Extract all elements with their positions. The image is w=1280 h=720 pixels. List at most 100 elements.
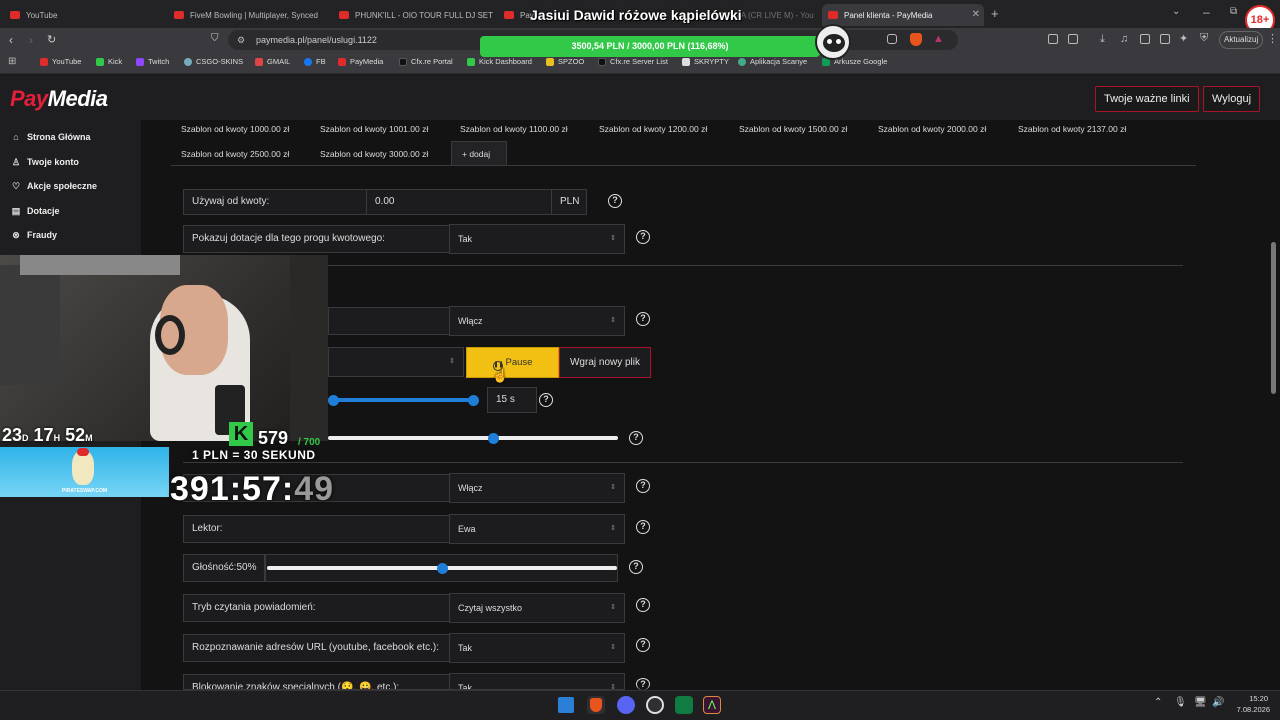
duration-range-max-handle[interactable] <box>468 395 479 406</box>
sound-volume-slider[interactable] <box>328 436 618 440</box>
user-icon: ♙ <box>11 157 21 167</box>
lektor-select[interactable]: Ewa <box>449 514 625 544</box>
download-icon[interactable]: ⤓ <box>1100 33 1105 46</box>
template-tab-1000[interactable]: Szablon od kwoty 1000.00 zł <box>181 124 289 134</box>
new-tab-icon[interactable]: + <box>991 6 999 21</box>
sidebar-item-frauds[interactable]: ⊗ Fraudy <box>11 230 57 240</box>
duration-range-slider[interactable] <box>328 398 476 402</box>
brave-taskbar-icon[interactable] <box>587 696 605 714</box>
bookmark-cfx-server-list[interactable]: Cfx.re Server List <box>598 57 668 66</box>
template-tab-1200[interactable]: Szablon od kwoty 1200.00 zł <box>599 124 707 134</box>
forward-icon[interactable]: › <box>29 33 33 47</box>
help-icon[interactable]: ? <box>629 560 643 574</box>
microphone-icon[interactable]: 🎙 <box>1174 697 1187 708</box>
volume-handle[interactable] <box>437 563 448 574</box>
brave-shield-icon[interactable] <box>910 33 922 46</box>
terminal-icon[interactable]: Λ <box>703 696 721 714</box>
url-recognition-select[interactable]: Tak <box>449 633 625 663</box>
excel-icon[interactable] <box>675 696 693 714</box>
help-icon[interactable]: ? <box>636 312 650 326</box>
bookmark-spzoo[interactable]: SPZOO <box>546 57 584 66</box>
network-icon[interactable]: 🖥 <box>1194 697 1207 708</box>
template-tab-2137[interactable]: Szablon od kwoty 2137.00 zł <box>1018 124 1126 134</box>
bookmark-skrypty[interactable]: SKRYPTY <box>682 57 729 66</box>
minimize-icon[interactable]: – <box>1203 5 1210 19</box>
bookmark-kick[interactable]: Kick <box>96 57 122 66</box>
upload-file-button[interactable]: Wgraj nowy plik <box>559 347 651 378</box>
add-template-tab[interactable]: + dodaj <box>451 141 507 166</box>
special-chars-select[interactable]: Tak <box>449 673 625 690</box>
sidebar-toggle-icon[interactable] <box>1140 34 1150 44</box>
bookmark-csgo-skins[interactable]: CSGO-SKINS <box>184 57 243 66</box>
tab-panel-klienta[interactable]: Panel klienta - PayMedia ✕ <box>822 4 984 26</box>
sound-enable-select[interactable]: Włącz <box>449 306 625 336</box>
rewards-icon[interactable]: ▲ <box>933 33 944 45</box>
help-icon[interactable]: ? <box>539 393 553 407</box>
help-icon[interactable]: ? <box>636 520 650 534</box>
wallet-icon[interactable] <box>1160 34 1170 44</box>
screenshot-icon[interactable] <box>1068 34 1078 44</box>
tab-fivem-bowling[interactable]: FiveM Bowling | Multiplayer, Synced <box>168 4 328 26</box>
music-icon[interactable]: ♫ <box>1120 33 1128 45</box>
template-tab-1001[interactable]: Szablon od kwoty 1001.00 zł <box>320 124 428 134</box>
apps-grid-icon[interactable]: ⊞ <box>8 56 16 67</box>
bookmark-scanye[interactable]: Aplikacja Scanye <box>738 57 807 66</box>
template-tab-2000[interactable]: Szablon od kwoty 2000.00 zł <box>878 124 986 134</box>
back-icon[interactable]: ‹ <box>9 33 13 47</box>
help-icon[interactable]: ? <box>636 598 650 612</box>
bookmark-kick-dashboard[interactable]: Kick Dashboard <box>467 57 532 66</box>
template-tab-2500[interactable]: Szablon od kwoty 2500.00 zł <box>181 149 289 159</box>
bookmark-paymedia[interactable]: PayMedia <box>338 57 383 66</box>
duration-range-min-handle[interactable] <box>328 395 339 406</box>
help-icon[interactable]: ? <box>629 431 643 445</box>
bookmark-icon[interactable]: ⛉ <box>211 33 219 44</box>
extensions-icon[interactable] <box>1048 34 1058 44</box>
windows-start-icon[interactable] <box>558 697 574 713</box>
paymedia-logo[interactable]: PayMedia <box>10 86 108 112</box>
template-tab-3000[interactable]: Szablon od kwoty 3000.00 zł <box>320 149 428 159</box>
template-tab-1500[interactable]: Szablon od kwoty 1500.00 zł <box>739 124 847 134</box>
paymedia-icon <box>338 57 346 66</box>
obs-icon[interactable] <box>646 696 664 714</box>
tab-list-chevron-icon[interactable]: ⌄ <box>1172 6 1180 17</box>
tab-youtube[interactable]: YouTube <box>4 4 164 26</box>
bookmark-fb[interactable]: FB <box>304 57 326 66</box>
reload-icon[interactable]: ↻ <box>47 33 56 46</box>
help-icon[interactable]: ? <box>636 678 650 690</box>
show-donations-select[interactable]: Tak <box>449 224 625 254</box>
sound-file-select[interactable] <box>328 347 464 377</box>
read-mode-select[interactable]: Czytaj wszystko <box>449 593 625 623</box>
tray-chevron-icon[interactable]: ⌃ <box>1154 697 1162 708</box>
sidebar-item-social[interactable]: ♡ Akcje społeczne <box>11 181 97 191</box>
page-scrollbar-thumb[interactable] <box>1271 242 1276 394</box>
template-tab-1100[interactable]: Szablon od kwoty 1100.00 zł <box>460 124 568 134</box>
share-icon[interactable] <box>887 34 897 44</box>
sidebar-item-donations[interactable]: ▤ Dotacje <box>11 206 60 216</box>
use-from-input[interactable]: 0.00 <box>366 189 552 215</box>
pause-button[interactable]: ❚❚ Pause <box>466 347 559 378</box>
help-icon[interactable]: ? <box>636 230 650 244</box>
update-button[interactable]: Aktualizuj <box>1219 31 1264 49</box>
logout-button[interactable]: Wyloguj <box>1203 86 1261 112</box>
tab-phunkill[interactable]: PHUNK'ILL - OIO TOUR FULL DJ SET <box>333 4 493 26</box>
help-icon[interactable]: ? <box>636 638 650 652</box>
help-icon[interactable]: ? <box>636 479 650 493</box>
maximize-icon[interactable]: ⧉ <box>1230 6 1237 17</box>
help-icon[interactable]: ? <box>608 194 622 208</box>
menu-icon[interactable]: ⋮ <box>1267 32 1278 45</box>
sidebar-item-home[interactable]: ⌂ Strona Główna <box>11 132 90 142</box>
bookmark-cfx-portal[interactable]: Cfx.re Portal <box>399 57 453 66</box>
bookmark-youtube[interactable]: YouTube <box>40 57 81 66</box>
sidebar-item-account[interactable]: ♙ Twoje konto <box>11 157 79 167</box>
tts-enable-select[interactable]: Włącz <box>449 473 625 503</box>
discord-icon[interactable] <box>617 696 635 714</box>
close-tab-icon[interactable]: ✕ <box>972 9 980 20</box>
bookmark-twitch[interactable]: Twitch <box>136 57 169 66</box>
vpn-icon[interactable]: ⛨ <box>1200 32 1208 45</box>
leo-ai-icon[interactable]: ✦ <box>1179 32 1188 45</box>
bookmark-gmail[interactable]: GMAIL <box>255 57 290 66</box>
volume-icon[interactable]: 🔊 <box>1212 697 1224 708</box>
site-info-icon[interactable]: ⚙ <box>237 30 245 50</box>
important-links-button[interactable]: Twoje ważne linki <box>1095 86 1199 112</box>
sound-volume-handle[interactable] <box>488 433 499 444</box>
